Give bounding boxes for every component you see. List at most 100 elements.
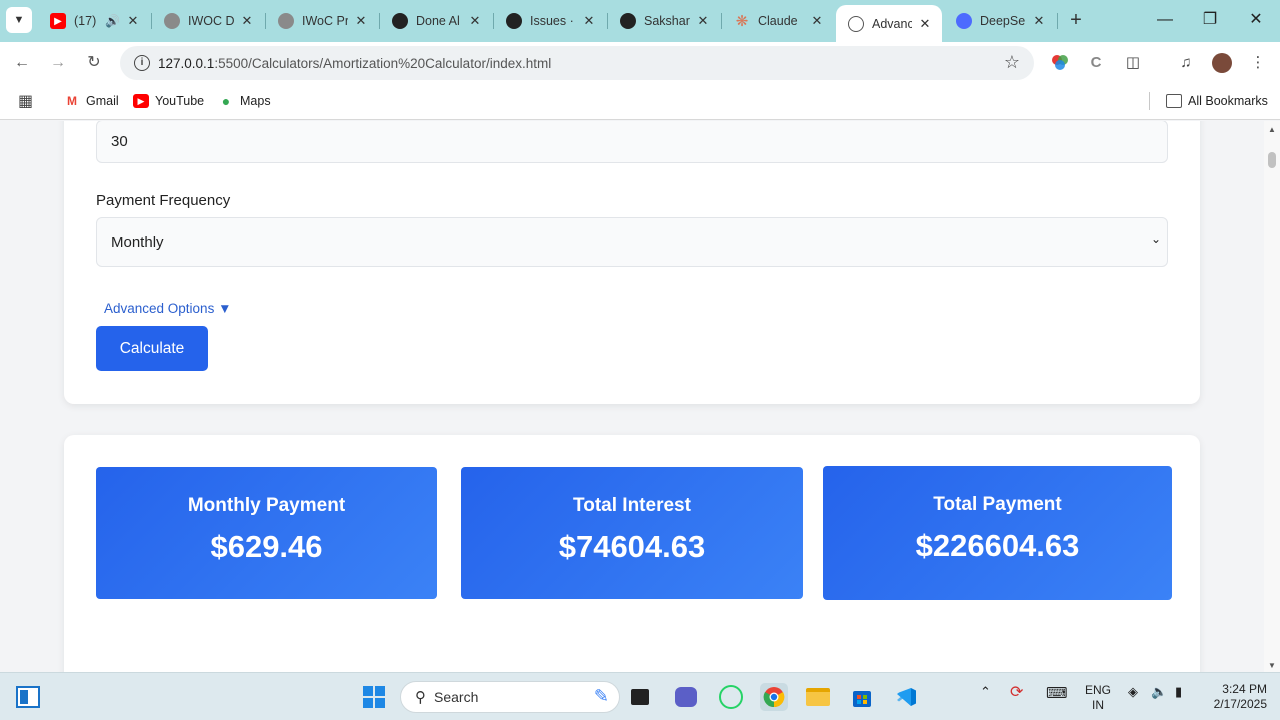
profile-avatar[interactable] [1212, 53, 1232, 73]
monthly-payment-value: $629.46 [210, 529, 323, 564]
forward-button[interactable]: → [46, 52, 70, 74]
loan-term-input[interactable]: 30 [96, 121, 1168, 163]
github-icon [620, 13, 636, 29]
tab-iwoc-pr[interactable]: IWoC Pr ✕ [266, 5, 378, 37]
windows-start-icon[interactable] [360, 683, 388, 711]
browser-toolbar: ← → ↻ i 127.0.0.1:5500/Calculators/Amort… [0, 42, 1280, 84]
bookmarks-divider [1149, 92, 1150, 110]
close-icon[interactable]: ✕ [582, 13, 596, 29]
tab-issues[interactable]: Issues · ✕ [494, 5, 606, 37]
restore-button[interactable]: ❐ [1200, 8, 1220, 32]
chevron-down-icon: ⌄ [1150, 232, 1161, 246]
scroll-thumb[interactable] [1268, 152, 1276, 168]
bookmark-gmail[interactable]: M Gmail [64, 92, 119, 110]
sync-icon[interactable]: ⟳ [1010, 682, 1023, 702]
gmail-icon: M [64, 94, 80, 108]
url-text[interactable]: 127.0.0.1:5500/Calculators/Amortization%… [158, 56, 551, 71]
close-icon[interactable]: ✕ [240, 13, 254, 29]
scroll-up-arrow-icon[interactable]: ▲ [1264, 125, 1280, 134]
close-icon[interactable]: ✕ [468, 13, 482, 29]
extension-color-icon[interactable] [1050, 53, 1070, 73]
deepseek-icon [956, 13, 972, 29]
extension-c-icon[interactable]: C [1086, 53, 1106, 73]
iwoc-icon [164, 13, 180, 29]
page-viewport: 30 Payment Frequency Monthly ⌄ Advanced … [0, 121, 1264, 672]
total-interest-value: $74604.63 [558, 529, 706, 564]
microsoft-store-icon[interactable] [848, 683, 876, 711]
close-icon[interactable]: ✕ [918, 16, 932, 32]
close-icon[interactable]: ✕ [696, 13, 710, 29]
close-icon[interactable]: ✕ [354, 13, 368, 29]
tab-sakshar[interactable]: Sakshar ✕ [608, 5, 720, 37]
tab-claude[interactable]: ❋ Claude ✕ [722, 5, 834, 37]
bookmark-youtube[interactable]: ▶ YouTube [133, 92, 204, 110]
tab-done-al[interactable]: Done Al ✕ [380, 5, 492, 37]
all-bookmarks[interactable]: All Bookmarks [1166, 92, 1268, 110]
info-icon[interactable]: i [134, 55, 150, 71]
volume-icon[interactable]: 🔈 [1151, 684, 1167, 700]
apps-grid-icon[interactable]: ▦ [18, 92, 33, 110]
tab-divider [1057, 13, 1058, 29]
tab-strip: ▼ ▶ (17) 🔊 ✕ IWOC D ✕ IWoC Pr ✕ Done Al … [0, 0, 1280, 42]
keyboard-icon[interactable]: ⌨ [1046, 684, 1068, 702]
reload-button[interactable]: ↻ [82, 52, 106, 74]
battery-icon[interactable]: ▮ [1175, 684, 1182, 700]
clock[interactable]: 3:24 PM 2/17/2025 [1203, 682, 1267, 712]
chevron-up-icon[interactable]: ⌃ [980, 684, 991, 700]
calculate-button[interactable]: Calculate [96, 326, 208, 371]
total-payment-value: $226604.63 [915, 528, 1080, 563]
back-button[interactable]: ← [10, 52, 34, 74]
tab-iwoc-d[interactable]: IWOC D ✕ [152, 5, 264, 37]
advanced-options-toggle[interactable]: Advanced Options ▼ [104, 301, 231, 316]
close-icon[interactable]: ✕ [126, 13, 140, 29]
bookmark-star-icon[interactable]: ☆ [1004, 52, 1020, 73]
iwoc-icon [278, 13, 294, 29]
chrome-taskbar-icon[interactable] [760, 683, 788, 711]
scroll-down-arrow-icon[interactable]: ▼ [1264, 661, 1280, 670]
extensions-puzzle-icon[interactable]: ◫ [1123, 53, 1143, 73]
loan-form-card: 30 Payment Frequency Monthly ⌄ Advanced … [64, 121, 1200, 404]
browser-menu-icon[interactable]: ⋮ [1248, 53, 1268, 73]
vscode-icon[interactable] [892, 683, 920, 711]
total-payment-label: Total Payment [933, 494, 1062, 515]
total-payment-card: Total Payment $226604.63 [823, 466, 1172, 600]
folder-icon [1166, 94, 1182, 108]
speaker-icon[interactable]: 🔊 [105, 14, 120, 28]
whatsapp-icon[interactable] [717, 683, 745, 711]
search-highlight-icon: ✎ [593, 686, 609, 706]
wifi-icon[interactable]: ◈ [1128, 684, 1138, 700]
monthly-payment-label: Monthly Payment [187, 495, 346, 516]
payment-frequency-label: Payment Frequency [96, 192, 231, 209]
taskbar-search[interactable]: ⚲ Search ✎ [400, 681, 620, 713]
close-icon[interactable]: ✕ [1032, 13, 1046, 29]
task-view-icon[interactable] [626, 683, 654, 711]
youtube-icon: ▶ [133, 94, 149, 108]
results-card: Monthly Payment $629.46 Total Interest $… [64, 435, 1200, 672]
total-interest-label: Total Interest [573, 495, 691, 516]
language-indicator[interactable]: ENG IN [1084, 683, 1112, 713]
maps-icon: ● [221, 93, 231, 109]
monthly-payment-card: Monthly Payment $629.46 [96, 467, 437, 599]
bookmark-maps[interactable]: ● Maps [218, 92, 271, 110]
windows-taskbar: ⚲ Search ✎ ⌃ ⟳ ⌨ ENG IN ◈ 🔈 ▮ 3:24 PM 2/… [0, 672, 1280, 720]
tab-search-button[interactable]: ▼ [6, 7, 32, 33]
address-bar[interactable]: i 127.0.0.1:5500/Calculators/Amortizatio… [120, 46, 1034, 80]
github-icon [506, 13, 522, 29]
globe-icon [848, 15, 864, 32]
payment-frequency-select[interactable]: Monthly ⌄ [96, 217, 1168, 267]
teams-icon[interactable] [672, 683, 700, 711]
tab-deepseek[interactable]: DeepSe ✕ [944, 5, 1056, 37]
tab-youtube[interactable]: ▶ (17) 🔊 ✕ [38, 5, 150, 37]
new-tab-button[interactable]: + [1066, 9, 1086, 31]
media-control-icon[interactable]: ♫ [1176, 53, 1196, 73]
window-close-button[interactable]: ✕ [1246, 8, 1266, 32]
widgets-icon[interactable] [14, 683, 42, 711]
chevron-down-icon: ▼ [13, 14, 25, 26]
youtube-icon: ▶ [50, 13, 66, 29]
minimize-button[interactable]: — [1155, 8, 1175, 32]
page-scrollbar[interactable]: ▲ ▼ [1264, 121, 1280, 672]
tab-advanced-active[interactable]: Advanc ✕ [836, 5, 942, 42]
claude-icon: ❋ [735, 13, 749, 30]
close-icon[interactable]: ✕ [810, 13, 824, 29]
file-explorer-icon[interactable] [804, 683, 832, 711]
